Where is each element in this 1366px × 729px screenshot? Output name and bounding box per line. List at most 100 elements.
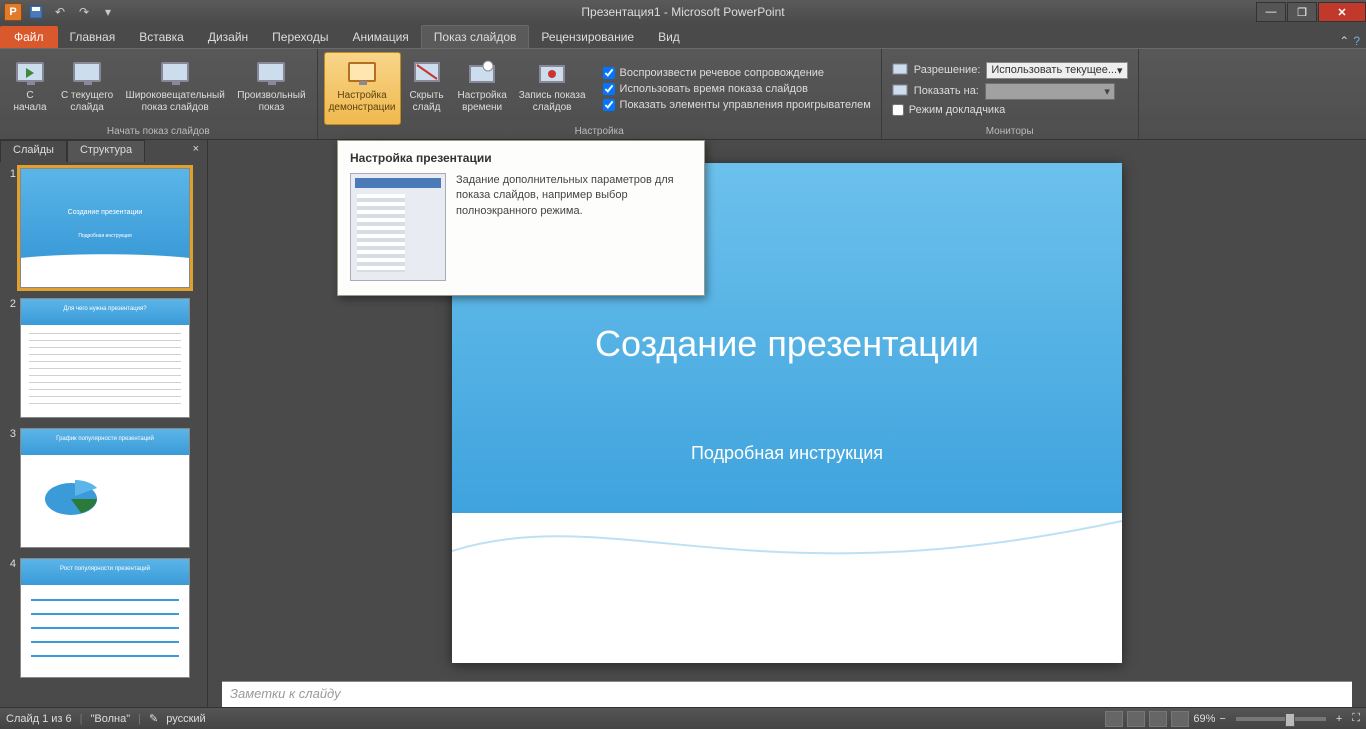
thumb-subtitle: Подробная инструкция [21, 233, 189, 239]
chk-presenter-view[interactable]: Режим докладчика [888, 102, 1132, 118]
slide-panel: Слайды Структура × 1 Создание презентаци… [0, 140, 208, 707]
broadcast-icon [161, 62, 189, 82]
monitor-icon [73, 62, 101, 82]
tooltip-title: Настройка презентации [350, 151, 692, 165]
tab-transitions[interactable]: Переходы [260, 26, 340, 48]
window-title: Презентация1 - Microsoft PowerPoint [581, 5, 784, 19]
app-icon[interactable]: P [4, 3, 22, 21]
custom-show-icon [257, 62, 285, 82]
record-show-button[interactable]: Запись показа слайдов [514, 52, 591, 125]
thumb-number: 1 [4, 168, 16, 288]
theme-name: "Волна" [91, 713, 131, 725]
tab-home[interactable]: Главная [58, 26, 128, 48]
from-current-button[interactable]: С текущего слайда [56, 52, 118, 125]
redo-icon[interactable]: ↷ [74, 2, 94, 22]
tooltip-popup: Настройка презентации Задание дополнител… [337, 140, 705, 296]
ribbon: С начала С текущего слайда Широковещател… [0, 48, 1366, 140]
chevron-down-icon: ▾ [1117, 64, 1123, 77]
thumb-title: Рост популярности презентаций [21, 566, 189, 572]
slide-counter: Слайд 1 из 6 [6, 713, 72, 725]
from-beginning-button[interactable]: С начала [6, 52, 54, 125]
view-reading-button[interactable] [1149, 711, 1167, 727]
minimize-button[interactable]: — [1256, 2, 1286, 22]
slidepanel-tab-outline[interactable]: Структура [67, 140, 145, 162]
statusbar: Слайд 1 из 6 | "Волна" | ✎ русский 69% −… [0, 707, 1366, 729]
slide-thumbnail[interactable]: Создание презентации Подробная инструкци… [20, 168, 190, 288]
tab-view[interactable]: Вид [646, 26, 692, 48]
thumb-number: 4 [4, 558, 16, 678]
resolution-label: Разрешение: [914, 64, 981, 76]
notes-pane[interactable]: Заметки к слайду [222, 681, 1352, 707]
group-start-slideshow: С начала С текущего слайда Широковещател… [0, 49, 318, 139]
hide-slide-icon [413, 61, 441, 83]
close-button[interactable]: ✕ [1318, 2, 1366, 22]
record-icon [538, 60, 566, 84]
fit-window-icon[interactable]: ⛶ [1352, 712, 1360, 725]
group-label: Настройка [324, 125, 875, 138]
tab-insert[interactable]: Вставка [127, 26, 196, 48]
pie-chart-icon [41, 471, 101, 521]
slide-thumbnail[interactable]: Рост популярности презентаций [20, 558, 190, 678]
slide-subtitle[interactable]: Подробная инструкция [452, 443, 1122, 464]
custom-show-button[interactable]: Произвольный показ [232, 52, 310, 125]
monitor-play-icon [16, 62, 44, 82]
tab-slideshow[interactable]: Показ слайдов [421, 25, 530, 48]
group-monitors: Разрешение: Использовать текущее...▾ Пок… [882, 49, 1139, 139]
zoom-in-icon[interactable]: + [1336, 713, 1342, 725]
spellcheck-icon[interactable]: ✎ [149, 712, 158, 725]
save-icon[interactable] [26, 2, 46, 22]
zoom-level[interactable]: 69% [1193, 713, 1215, 725]
tab-design[interactable]: Дизайн [196, 26, 260, 48]
view-sorter-button[interactable] [1127, 711, 1145, 727]
setup-icon [348, 62, 376, 82]
monitor-small-icon [892, 63, 908, 77]
setup-show-button[interactable]: Настройка демонстрации [324, 52, 401, 125]
slidepanel-tab-slides[interactable]: Слайды [0, 140, 67, 162]
thumb-title: Создание презентации [21, 209, 189, 216]
tooltip-image [350, 173, 446, 281]
language-indicator[interactable]: русский [166, 713, 205, 725]
resolution-combo[interactable]: Использовать текущее...▾ [986, 62, 1127, 79]
thumb-number: 3 [4, 428, 16, 548]
thumbnails-list: 1 Создание презентации Подробная инструк… [0, 162, 207, 707]
tab-animations[interactable]: Анимация [340, 26, 420, 48]
maximize-button[interactable]: ❐ [1287, 2, 1317, 22]
view-slideshow-button[interactable] [1171, 711, 1189, 727]
view-normal-button[interactable] [1105, 711, 1123, 727]
group-label: Мониторы [888, 125, 1132, 138]
file-tab[interactable]: Файл [0, 26, 58, 48]
broadcast-button[interactable]: Широковещательный показ слайдов [120, 52, 230, 125]
slide-thumbnail[interactable]: График популярности презентаций [20, 428, 190, 548]
help-icon[interactable]: ? [1353, 34, 1360, 48]
slide-title[interactable]: Создание презентации [452, 323, 1122, 365]
slidepanel-close-icon[interactable]: × [185, 140, 207, 162]
slide-thumbnail[interactable]: Для чего нужна презентация? [20, 298, 190, 418]
qat-dropdown-icon[interactable]: ▾ [98, 2, 118, 22]
monitor-small-icon [892, 84, 908, 98]
rehearse-timings-button[interactable]: Настройка времени [453, 52, 512, 125]
window-controls: — ❐ ✕ [1255, 2, 1366, 22]
group-setup: Настройка демонстрации Скрыть слайд Наст… [318, 49, 882, 139]
clock-icon [468, 60, 496, 84]
hide-slide-button[interactable]: Скрыть слайд [403, 52, 451, 125]
chk-narration[interactable]: Воспроизвести речевое сопровождение [599, 65, 875, 81]
thumb-number: 2 [4, 298, 16, 418]
wave-decoration [452, 493, 1122, 613]
ribbon-tabs: Файл Главная Вставка Дизайн Переходы Ани… [0, 24, 1366, 48]
ribbon-minimize-icon[interactable]: ⌃ [1339, 34, 1349, 48]
chevron-down-icon: ▾ [1104, 85, 1110, 98]
tooltip-text: Задание дополнительных параметров для по… [456, 173, 692, 281]
titlebar: P ↶ ↷ ▾ Презентация1 - Microsoft PowerPo… [0, 0, 1366, 24]
tab-review[interactable]: Рецензирование [529, 26, 646, 48]
show-on-combo[interactable]: ▾ [985, 83, 1115, 100]
quick-access-toolbar: P ↶ ↷ ▾ [0, 2, 118, 22]
zoom-out-icon[interactable]: − [1219, 713, 1225, 725]
chk-media-controls[interactable]: Показать элементы управления проигрывате… [599, 97, 875, 113]
thumb-title: График популярности презентаций [21, 436, 189, 442]
chk-timings[interactable]: Использовать время показа слайдов [599, 81, 875, 97]
thumb-title: Для чего нужна презентация? [21, 306, 189, 312]
undo-icon[interactable]: ↶ [50, 2, 70, 22]
show-on-label: Показать на: [914, 85, 979, 97]
zoom-slider[interactable] [1236, 717, 1326, 721]
group-label: Начать показ слайдов [6, 125, 311, 138]
